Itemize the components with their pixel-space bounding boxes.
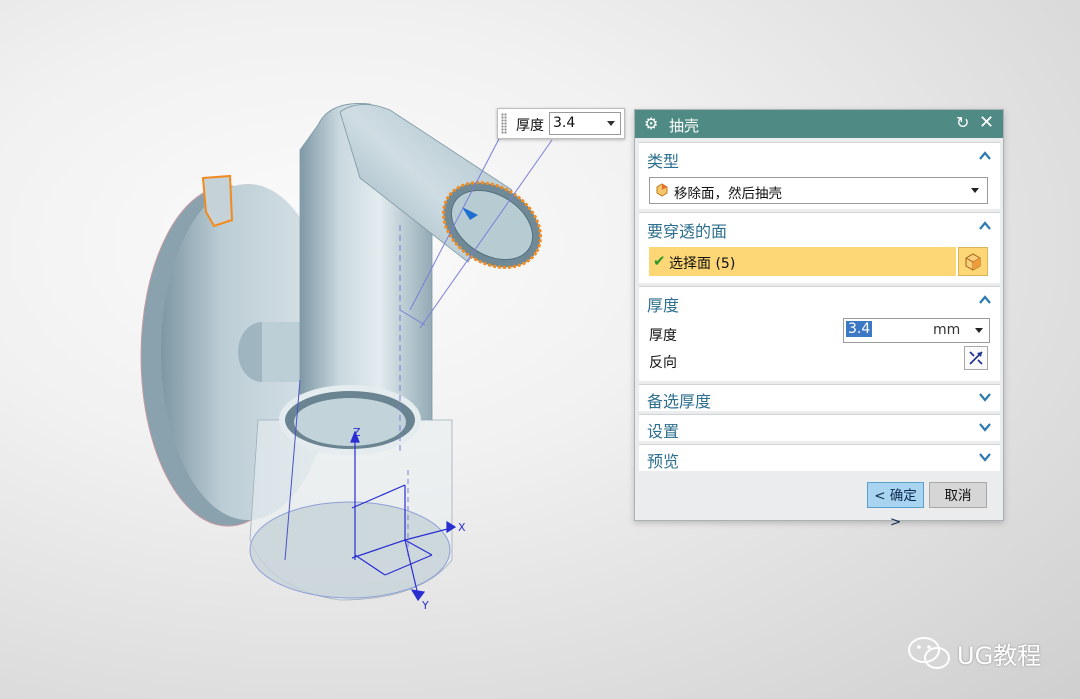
axis-z-label: Z [353, 426, 361, 439]
drag-grip-icon[interactable] [501, 113, 507, 134]
floating-thickness-label: 厚度 [516, 118, 544, 134]
wechat-icon [908, 637, 950, 669]
section-preview-title: 预览 [647, 452, 680, 471]
axis-x-label: X [458, 521, 466, 534]
section-type-title[interactable]: 类型 [647, 148, 679, 172]
type-dropdown[interactable]: 移除面，然后抽壳 [649, 177, 988, 204]
close-icon[interactable]: ✕ [979, 112, 994, 133]
thickness-input[interactable]: 3.4 mm [843, 318, 990, 343]
section-faces: 要穿透的面 ✔ 选择面 (5) [639, 212, 1000, 283]
gear-icon[interactable]: ⚙ [644, 114, 658, 133]
section-settings[interactable]: 设置 [639, 414, 1000, 441]
reverse-label: 反向 [649, 355, 677, 371]
chevron-up-icon[interactable] [978, 293, 992, 307]
chevron-down-icon[interactable] [975, 328, 983, 333]
section-thickness-title[interactable]: 厚度 [647, 292, 679, 316]
section-preview[interactable]: 预览 [639, 444, 1000, 471]
chevron-down-icon[interactable] [971, 188, 979, 193]
shell-model[interactable]: Z X Y [140, 103, 556, 612]
thickness-label: 厚度 [649, 328, 677, 344]
thickness-unit: mm [933, 322, 961, 338]
chevron-down-icon[interactable] [607, 121, 615, 126]
section-alt-thickness-title: 备选厚度 [647, 392, 712, 411]
chevron-down-icon[interactable] [978, 420, 992, 434]
watermark-text: UG教程 [957, 642, 1042, 670]
thickness-value: 3.4 [846, 321, 873, 337]
dialog-title: 抽壳 [669, 117, 700, 135]
dialog-titlebar[interactable]: ⚙ 抽壳 ↻ ✕ [635, 110, 1003, 138]
axis-y-label: Y [421, 599, 429, 612]
check-icon: ✔ [653, 252, 666, 270]
face-cube-icon [965, 253, 981, 271]
bottom-ellipse [249, 501, 451, 599]
chevron-down-icon[interactable] [978, 450, 992, 464]
remove-face-shell-icon [656, 183, 668, 197]
select-face-field[interactable]: ✔ 选择面 (5) [649, 247, 956, 276]
section-settings-title: 设置 [647, 422, 680, 441]
lower-opening-inner [294, 398, 406, 446]
reverse-direction-icon [969, 351, 983, 365]
select-face-label: 选择面 (5) [669, 256, 736, 272]
chevron-down-icon[interactable] [978, 390, 992, 404]
select-face-button[interactable] [958, 247, 988, 276]
floating-thickness-field[interactable]: 厚度 3.4 [497, 108, 625, 139]
type-dropdown-value: 移除面，然后抽壳 [674, 186, 782, 202]
section-faces-title[interactable]: 要穿透的面 [647, 218, 727, 242]
cancel-button[interactable]: 取消 [929, 482, 987, 508]
shell-dialog: ⚙ 抽壳 ↻ ✕ 类型 移除面，然后抽壳 要穿透的面 ✔ 选择面 (5) 厚度 … [634, 109, 1004, 530]
reset-icon[interactable]: ↻ [956, 113, 969, 132]
ok-button[interactable]: < 确定 > [867, 482, 924, 530]
section-type: 类型 移除面，然后抽壳 [639, 142, 1000, 209]
chevron-up-icon[interactable] [978, 219, 992, 233]
section-thickness: 厚度 厚度 3.4 mm 反向 [639, 286, 1000, 381]
floating-thickness-input[interactable]: 3.4 [549, 112, 621, 135]
floating-thickness-value: 3.4 [553, 115, 576, 131]
reverse-direction-button[interactable] [964, 346, 988, 370]
section-alt-thickness[interactable]: 备选厚度 [639, 384, 1000, 411]
chevron-up-icon[interactable] [978, 149, 992, 163]
